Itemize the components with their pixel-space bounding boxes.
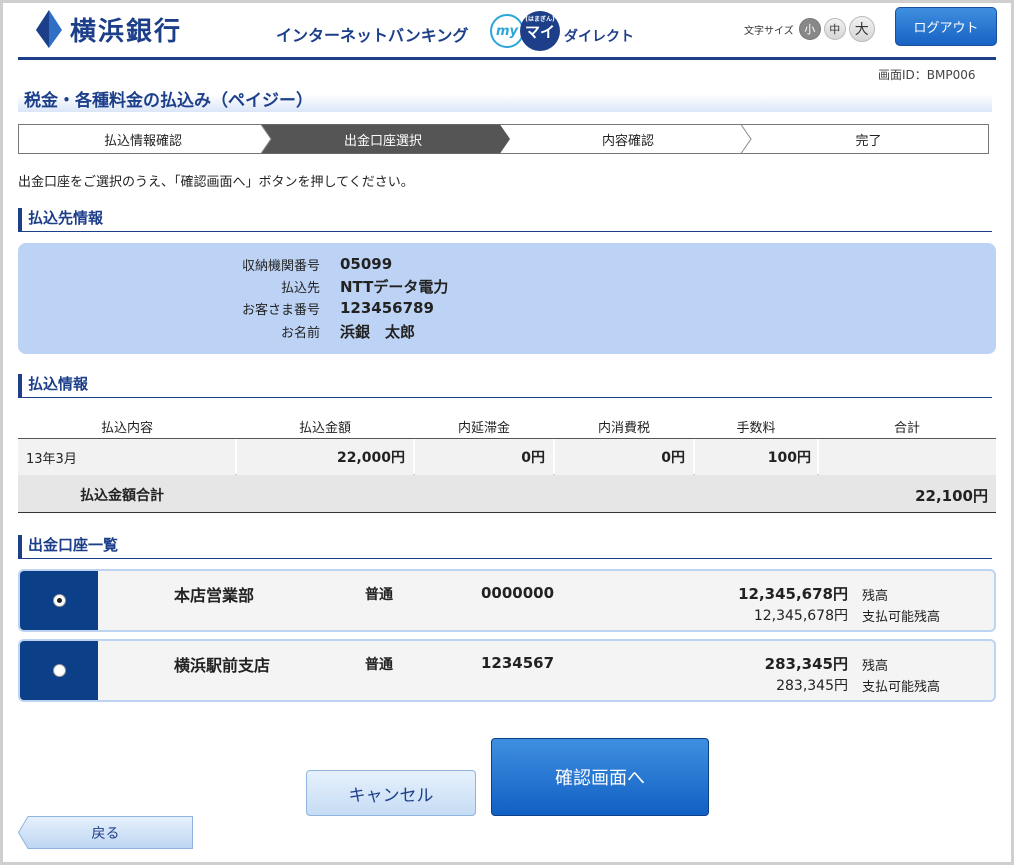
account-radio-unselected[interactable] bbox=[52, 664, 66, 677]
bank-name: 横浜銀行 bbox=[70, 16, 183, 47]
back-button[interactable]: 戻る bbox=[18, 816, 193, 849]
column-header: 手数料 bbox=[736, 421, 776, 436]
confirm-button[interactable]: 確認画面へ bbox=[491, 738, 709, 816]
account-branch: 本店営業部 bbox=[174, 586, 255, 605]
step-confirm: 内容確認 bbox=[601, 133, 654, 149]
instruction-text: 出金口座をご選択のうえ、「確認画面へ」ボタンを押してください。 bbox=[18, 175, 414, 190]
table-row: 13年3月 22,000円 0円 0円 100円 bbox=[18, 439, 996, 475]
payee-label: 払込先 bbox=[280, 280, 320, 296]
payee-value: 05099 bbox=[340, 255, 393, 273]
payee-label: お名前 bbox=[280, 325, 320, 341]
cell-content: 13年3月 bbox=[18, 439, 235, 475]
payee-info-box: 収納機関番号 05099 払込先 NTTデータ電力 お客さま番号 1234567… bbox=[18, 243, 996, 354]
payee-label: 収納機関番号 bbox=[241, 258, 320, 274]
cell-tax: 0円 bbox=[555, 439, 693, 475]
my-logo-my: my bbox=[490, 14, 524, 48]
column-header: 内消費税 bbox=[597, 421, 650, 436]
payee-row: 収納機関番号 05099 bbox=[18, 253, 996, 275]
account-number: 0000000 bbox=[481, 584, 555, 602]
font-size-label: 文字サイズ bbox=[744, 25, 794, 37]
account-radio-cell[interactable] bbox=[20, 571, 98, 630]
total-value: 22,100円 bbox=[915, 487, 988, 505]
font-size-medium-button[interactable]: 中 bbox=[823, 18, 846, 40]
payee-value: 浜銀 太郎 bbox=[340, 322, 416, 341]
account-type: 普通 bbox=[365, 657, 393, 673]
service-title: インターネットバンキング bbox=[276, 26, 469, 45]
header: 横浜銀行 インターネットバンキング my (はまぎん) マイ ダイレクト 文字サ… bbox=[18, 6, 997, 60]
account-type: 普通 bbox=[365, 587, 393, 603]
my-logo-mai-text: マイ bbox=[524, 22, 555, 41]
payee-value: NTTデータ電力 bbox=[340, 277, 449, 296]
total-row: 払込金額合計 22,100円 bbox=[18, 475, 996, 513]
account-section-heading: 出金口座一覧 bbox=[18, 535, 992, 559]
cell-late-fee: 0円 bbox=[415, 439, 553, 475]
account-balance: 283,345円 bbox=[764, 655, 848, 673]
account-radio-selected[interactable] bbox=[52, 594, 66, 607]
my-logo-small: (はまぎん) bbox=[525, 16, 555, 23]
font-size-control: 文字サイズ 小 中 大 bbox=[744, 16, 875, 42]
back-button-label: 戻る bbox=[91, 825, 120, 842]
account-number: 1234567 bbox=[481, 654, 555, 672]
bank-logo[interactable]: 横浜銀行 bbox=[36, 10, 182, 48]
payee-row: 払込先 NTTデータ電力 bbox=[18, 275, 996, 297]
bank-logo-icon bbox=[36, 10, 62, 48]
account-row[interactable]: 横浜駅前支店 普通 1234567 283,345円 残高 283,345円 支… bbox=[18, 639, 996, 702]
logout-button[interactable]: ログアウト bbox=[895, 7, 997, 46]
progress-steps: 払込情報確認 出金口座選択 内容確認 完了 bbox=[18, 124, 989, 154]
payment-section-heading: 払込情報 bbox=[18, 374, 992, 398]
payee-value: 123456789 bbox=[340, 299, 434, 317]
screen-id: 画面ID：BMP006 bbox=[878, 68, 976, 82]
account-balance-label: 残高 bbox=[862, 659, 889, 674]
step-account-select: 出金口座選択 bbox=[343, 133, 422, 149]
payee-label: お客さま番号 bbox=[241, 302, 320, 318]
column-header: 払込内容 bbox=[100, 421, 153, 436]
my-direct-logo: my (はまぎん) マイ ダイレクト bbox=[490, 11, 634, 51]
account-available-label: 支払可能残高 bbox=[862, 680, 941, 695]
cell-total bbox=[819, 439, 996, 475]
payee-section-heading: 払込先情報 bbox=[18, 208, 992, 232]
account-balance-label: 残高 bbox=[862, 589, 889, 604]
page-title: 税金・各種料金の払込み（ペイジー） bbox=[24, 91, 313, 111]
total-label: 払込金額合計 bbox=[80, 488, 164, 504]
column-header: 合計 bbox=[893, 421, 920, 436]
account-available: 283,345円 bbox=[776, 678, 848, 694]
page-title-bar: 税金・各種料金の払込み（ペイジー） bbox=[18, 82, 992, 112]
font-size-large-button[interactable]: 大 bbox=[848, 16, 875, 42]
step-payment-info: 払込情報確認 bbox=[103, 133, 182, 149]
account-available: 12,345,678円 bbox=[753, 608, 848, 624]
font-size-small-button[interactable]: 小 bbox=[798, 18, 821, 40]
cell-fee: 100円 bbox=[695, 439, 817, 475]
my-logo-mai: (はまぎん) マイ bbox=[520, 11, 560, 51]
cancel-button[interactable]: キャンセル bbox=[306, 770, 476, 816]
column-header: 内延滞金 bbox=[457, 421, 510, 436]
radio-dot bbox=[56, 598, 62, 603]
payee-row: お客さま番号 123456789 bbox=[18, 297, 996, 319]
account-available-label: 支払可能残高 bbox=[862, 610, 941, 625]
account-row[interactable]: 本店営業部 普通 0000000 12,345,678円 残高 12,345,6… bbox=[18, 569, 996, 632]
account-branch: 横浜駅前支店 bbox=[174, 656, 271, 675]
table-header-row: 払込内容 払込金額 内延滞金 内消費税 手数料 合計 bbox=[18, 411, 996, 439]
account-radio-cell[interactable] bbox=[20, 641, 98, 700]
cell-amount: 22,000円 bbox=[237, 439, 413, 475]
payee-row: お名前 浜銀 太郎 bbox=[18, 320, 996, 342]
account-balance: 12,345,678円 bbox=[738, 585, 848, 603]
column-header: 払込金額 bbox=[298, 421, 351, 436]
my-logo-direct: ダイレクト bbox=[564, 29, 634, 45]
step-complete: 完了 bbox=[855, 133, 882, 149]
